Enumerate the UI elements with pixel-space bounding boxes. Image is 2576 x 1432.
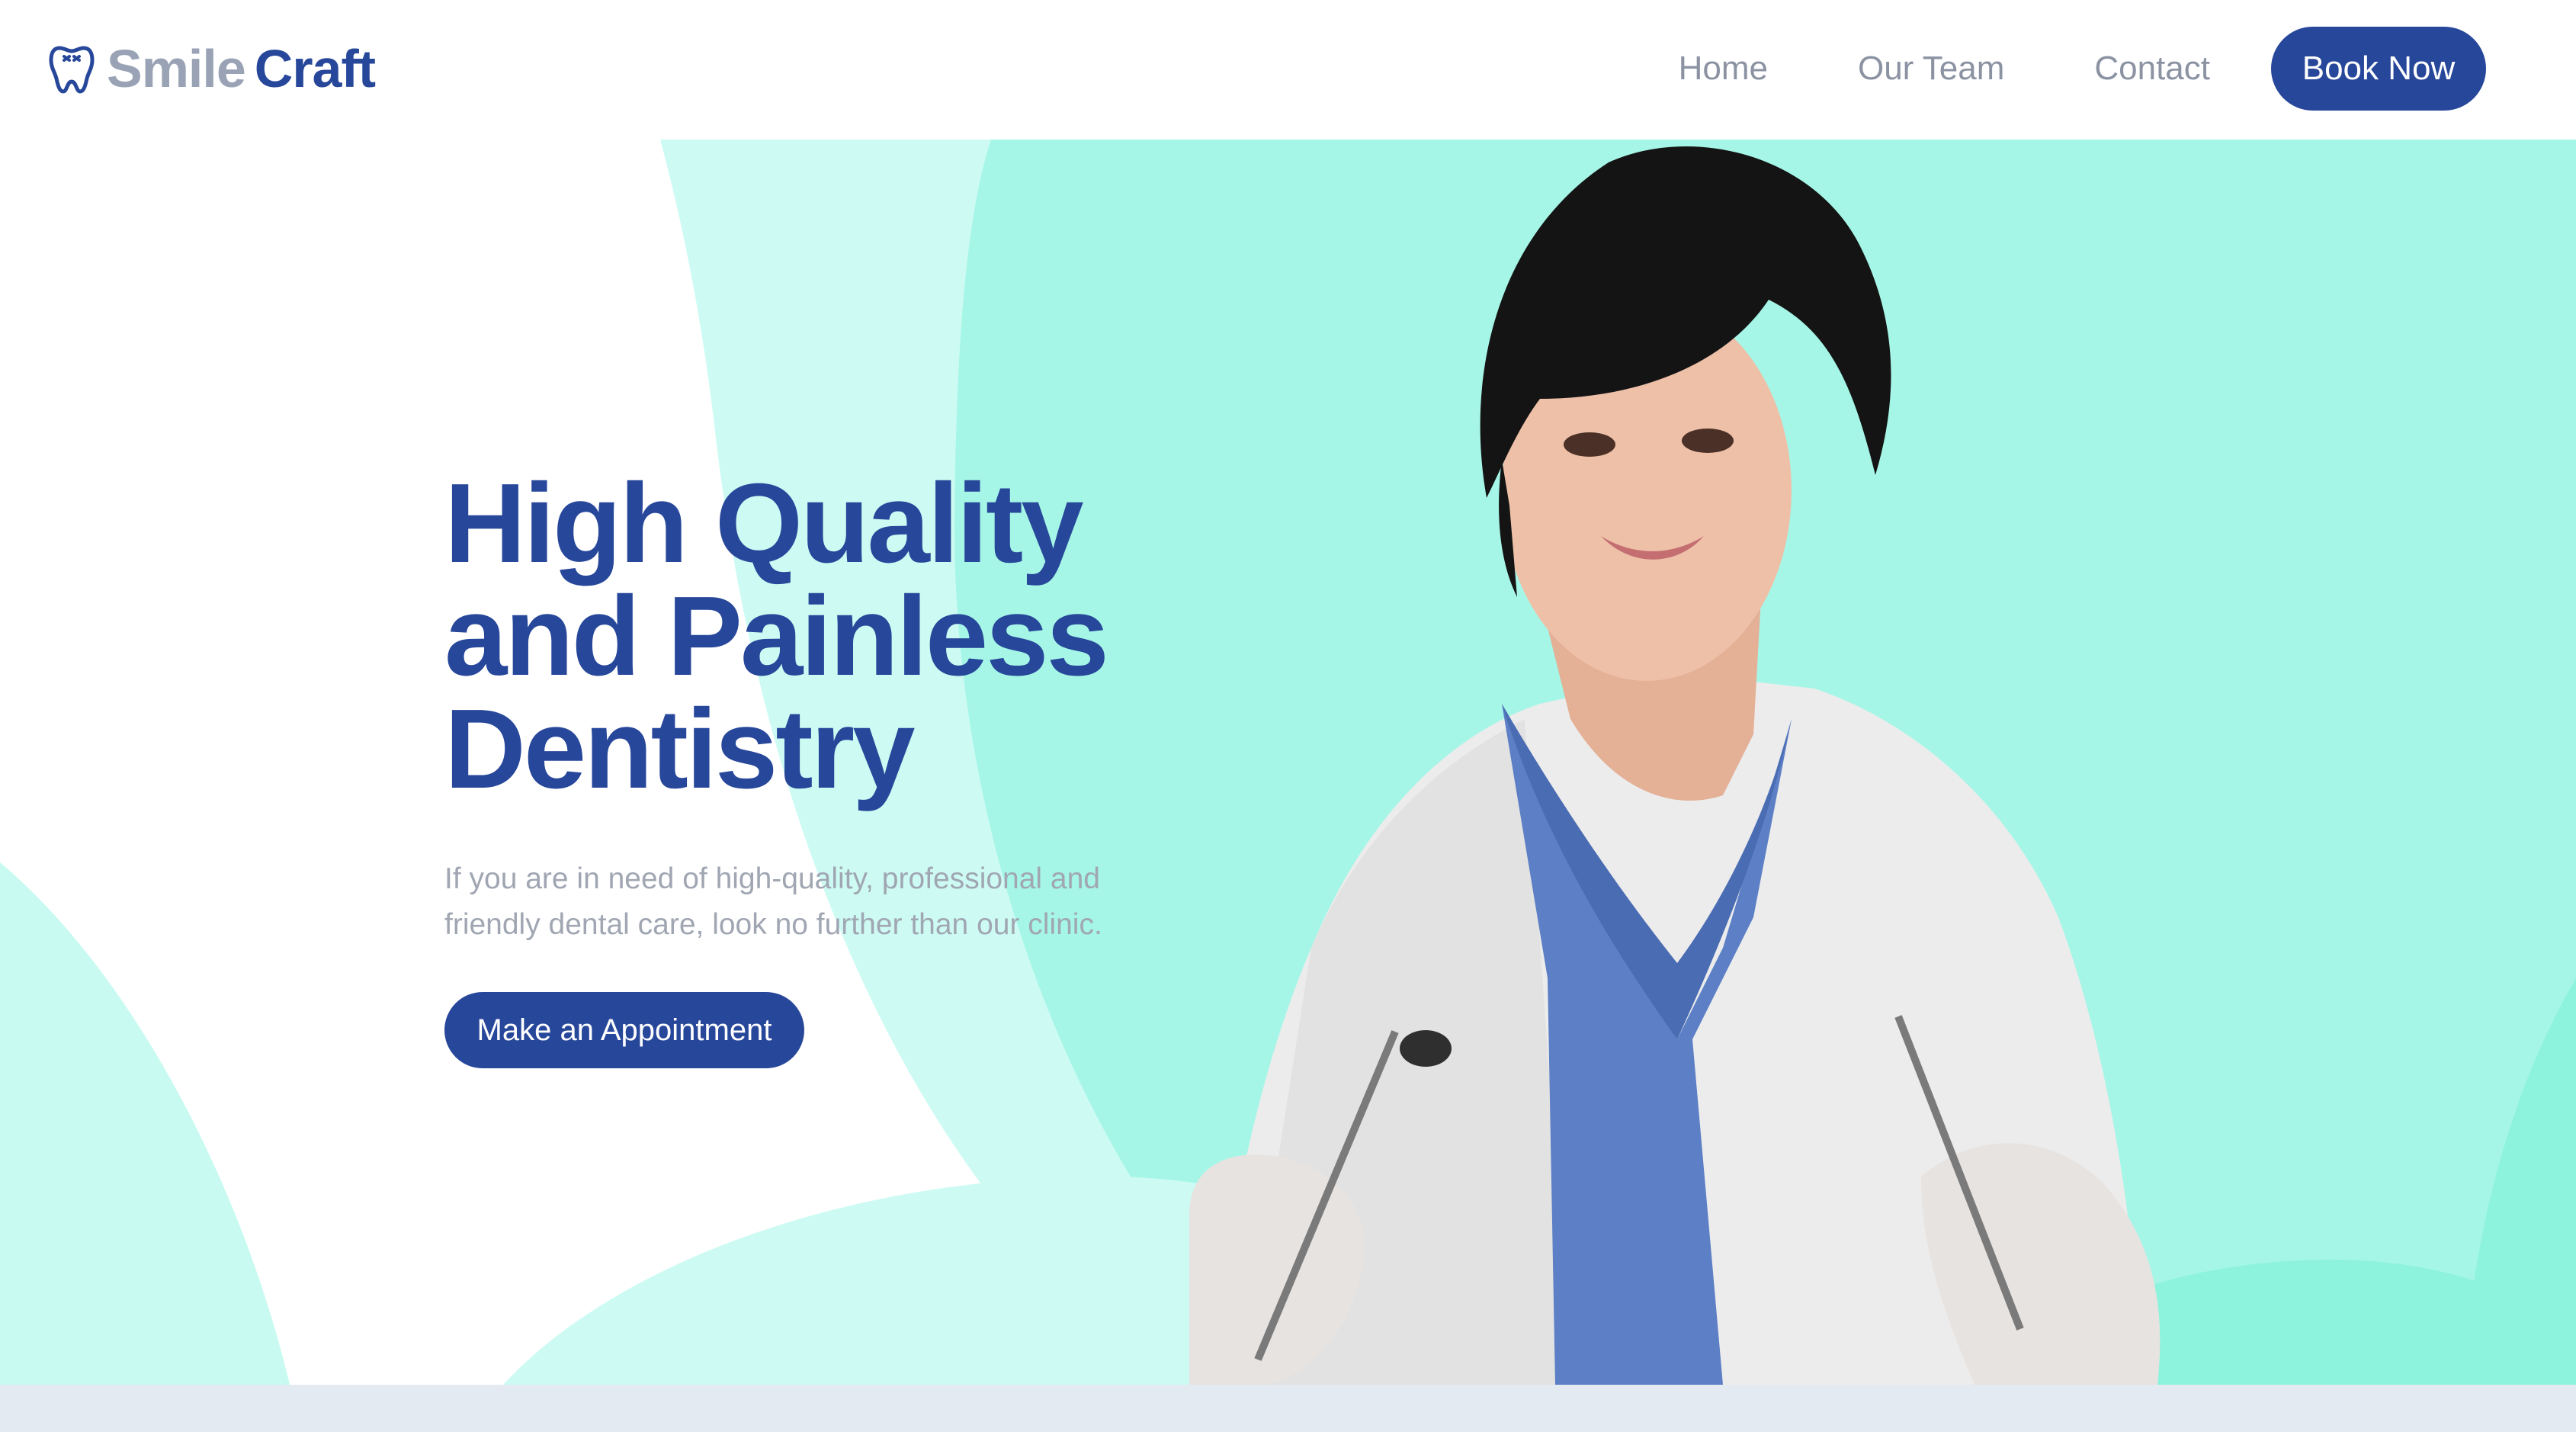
hero-title-line-3: Dentistry	[444, 686, 916, 812]
site-header: Smile Craft Home Our Team Contact Book N…	[0, 0, 2576, 140]
hero-title-line-1: High Quality	[444, 461, 1084, 586]
tooth-icon	[49, 46, 95, 94]
nav-our-team[interactable]: Our Team	[1858, 50, 2004, 88]
dentist-photo	[1189, 146, 2161, 1385]
nav-home[interactable]: Home	[1679, 50, 1768, 88]
logo[interactable]: Smile Craft	[49, 38, 376, 99]
hero-section: High Quality and Painless Dentistry If y…	[0, 140, 2576, 1385]
brand-name-craft: Craft	[254, 39, 376, 98]
hero-text-block: High Quality and Painless Dentistry If y…	[444, 467, 1245, 1068]
book-now-button[interactable]: Book Now	[2271, 27, 2486, 111]
hero-subtitle: If you are in need of high-quality, prof…	[444, 862, 1102, 941]
make-appointment-button[interactable]: Make an Appointment	[444, 992, 804, 1068]
main-nav: Home Our Team Contact Book Now	[1679, 27, 2486, 111]
bottom-strip	[0, 1385, 2576, 1432]
nav-contact[interactable]: Contact	[2094, 50, 2210, 88]
hero-title: High Quality and Painless Dentistry	[444, 467, 1245, 806]
brand-name-smile: Smile	[107, 39, 246, 98]
hero-title-line-2: and Painless	[444, 573, 1109, 699]
